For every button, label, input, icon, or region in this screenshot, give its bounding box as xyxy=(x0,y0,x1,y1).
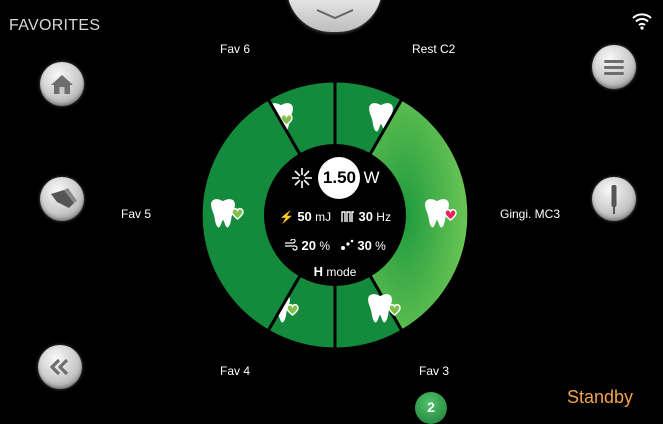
air-unit: % xyxy=(319,239,330,253)
home-icon xyxy=(51,75,73,94)
status-text: Standby xyxy=(566,387,633,407)
water-unit: % xyxy=(375,239,386,253)
double-chevron-left-icon xyxy=(50,358,69,376)
tip-button[interactable] xyxy=(592,177,636,221)
favorite-label-fav4: Fav 4 xyxy=(220,364,251,378)
favorite-label-fav5: Fav 5 xyxy=(121,207,152,221)
frequency-unit: Hz xyxy=(376,210,391,224)
dial-center: 1.50 W ⚡ 50 mJ 30 Hz 20 % 30 % H mode xyxy=(264,144,406,286)
water-icon xyxy=(341,239,354,250)
power-value[interactable]: 1.50 xyxy=(318,157,361,199)
favorite-label-gingi-mc3: Gingi. MC3 xyxy=(500,207,561,221)
energy-unit: mJ xyxy=(315,210,332,224)
air-value: 20 xyxy=(301,238,316,253)
handpiece-icon xyxy=(51,188,77,208)
mode-letter: H xyxy=(313,264,323,279)
pull-down-tab[interactable] xyxy=(287,0,382,32)
favorite-label-fav6: Fav 6 xyxy=(220,42,251,56)
mode-word: mode xyxy=(326,265,357,279)
energy-value: 50 xyxy=(297,209,312,224)
handpiece-button[interactable] xyxy=(40,177,84,221)
page-badge[interactable]: 2 xyxy=(415,392,447,424)
bolt-icon: ⚡ xyxy=(279,210,294,224)
wifi-icon xyxy=(631,12,653,30)
laser-icon xyxy=(292,168,313,188)
menu-icon xyxy=(604,60,624,75)
pulse-icon xyxy=(341,211,355,222)
favorite-label-fav3: Fav 3 xyxy=(419,364,450,378)
page-title: FAVORITES xyxy=(9,17,101,34)
water-value: 30 xyxy=(357,238,372,253)
back-button[interactable] xyxy=(38,345,82,389)
frequency-value: 30 xyxy=(358,209,373,224)
home-button[interactable] xyxy=(40,62,84,106)
air-icon xyxy=(285,238,298,251)
chevron-down-icon xyxy=(316,9,354,20)
power-unit: W xyxy=(363,168,380,187)
favorite-label-rest-c2: Rest C2 xyxy=(412,42,456,56)
tip-icon xyxy=(611,185,617,214)
menu-button[interactable] xyxy=(592,45,636,89)
